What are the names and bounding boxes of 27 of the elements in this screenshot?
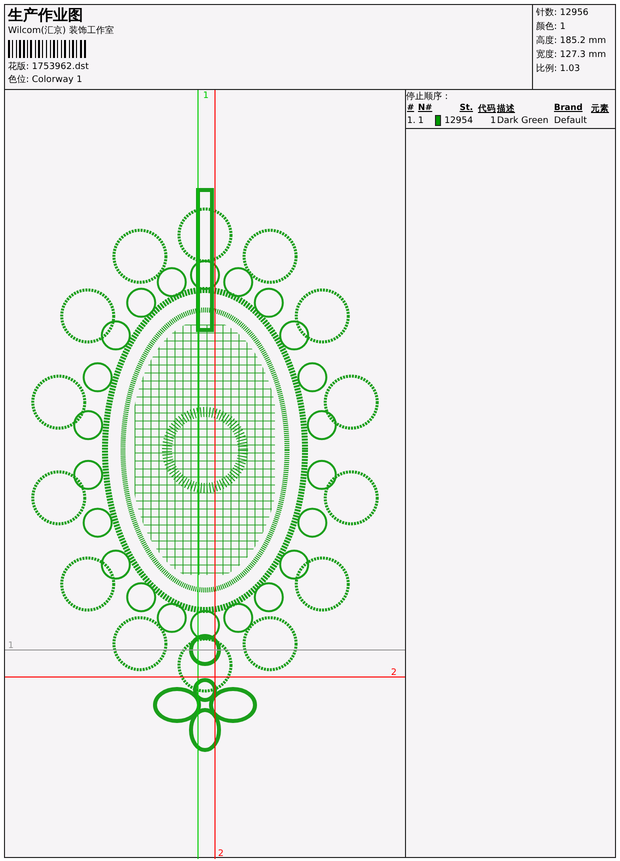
table-cell: 1. [407,115,417,126]
column-header: N# [418,103,434,115]
stat-text: 针数: 12956 [536,6,590,20]
guide-label: 2 [218,849,224,859]
guide-label: 2 [391,668,397,678]
stop-sequence-title: 停止顺序 : [406,91,449,103]
guide-label: 1 [8,641,14,651]
column-header: Brand [554,103,584,115]
table-cell: 12954 [444,116,473,126]
colorway-label: 色位: Colorway 1 [8,74,84,86]
stat-text: 颜色: 1 [536,20,567,34]
company-name: Wilcom(汇京) 装饰工作室 [8,25,115,37]
sheet-title: 生产作业图 [8,6,84,24]
stat-text: 宽度: 127.3 mm [536,48,608,62]
column-header: St. [458,103,473,115]
design-file: 花版: 1753962.dst [8,61,90,73]
guide-label: 1 [203,91,209,101]
stat-text: 比例: 1.03 [536,62,581,76]
column-header: 描述 [497,103,516,115]
stat-text: 高度: 185.2 mm [536,34,608,48]
table-cell-text: 1 [418,115,425,126]
table-cell-text: 1 [489,115,496,126]
table-cell-text: Dark Green [497,115,550,126]
table-cell-text: Default [554,115,588,126]
column-header: 元素 [591,103,610,115]
column-header: # [407,103,416,115]
column-header: 代码 [476,103,496,115]
